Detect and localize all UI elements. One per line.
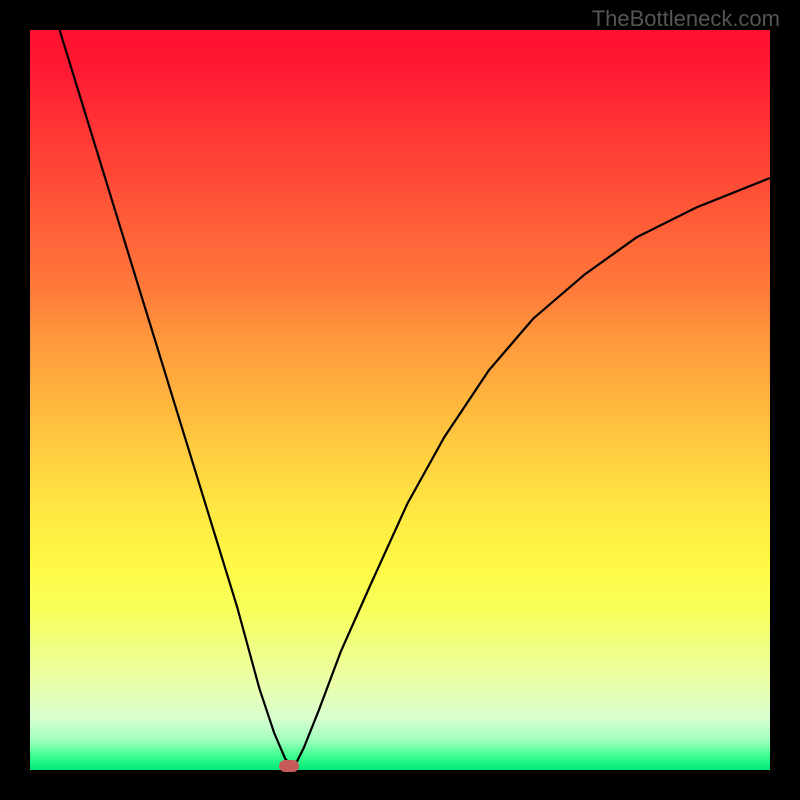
chart-plot-area [30, 30, 770, 770]
bottleneck-curve [30, 30, 770, 770]
optimal-point-marker [279, 760, 299, 772]
watermark-text: TheBottleneck.com [592, 6, 780, 32]
